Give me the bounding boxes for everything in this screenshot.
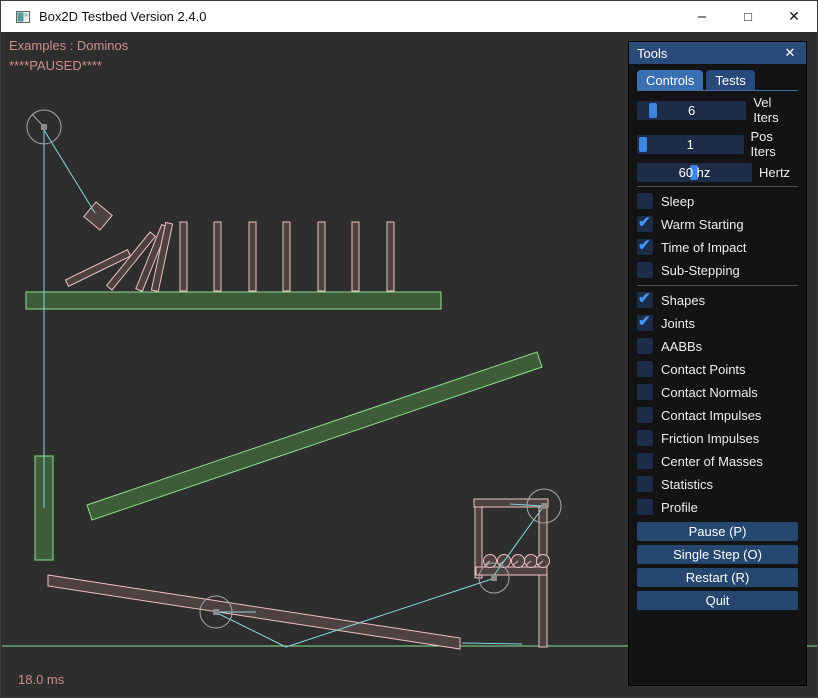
hertz-label: Hertz <box>759 165 790 180</box>
tab-tests[interactable]: Tests <box>706 70 754 90</box>
warm-starting-checkbox[interactable]: ✔ <box>637 216 653 232</box>
joints-checkbox[interactable]: ✔ <box>637 315 653 331</box>
dynamic-bodies <box>48 202 550 649</box>
checkbox-sleep[interactable]: ✔ Sleep <box>637 193 798 209</box>
separator <box>637 186 798 187</box>
ramp-plank <box>87 352 542 520</box>
checkbox-contact-normals[interactable]: ✔ Contact Normals <box>637 384 798 400</box>
checkbox-joints[interactable]: ✔ Joints <box>637 315 798 331</box>
quit-button[interactable]: Quit <box>637 591 798 610</box>
checkbox-shapes[interactable]: ✔ Shapes <box>637 292 798 308</box>
sim-option-checkboxes: ✔ Sleep ✔ Warm Starting ✔ Time of Impact… <box>637 193 798 278</box>
single-step-button[interactable]: Single Step (O) <box>637 545 798 564</box>
static-bodies <box>26 292 542 560</box>
tools-panel-titlebar[interactable]: Tools ✕ <box>629 42 806 64</box>
center-of-masses-checkbox[interactable]: ✔ <box>637 453 653 469</box>
profile-checkbox[interactable]: ✔ <box>637 499 653 515</box>
tools-panel: Tools ✕ Controls Tests 6 Vel Iters <box>628 41 807 686</box>
separator <box>637 285 798 286</box>
restart-button[interactable]: Restart (R) <box>637 568 798 587</box>
vel-iters-value: 6 <box>637 101 746 120</box>
statistics-checkbox[interactable]: ✔ <box>637 476 653 492</box>
maximize-button[interactable]: □ <box>725 1 771 32</box>
cradle-balls <box>484 555 550 568</box>
window-title: Box2D Testbed Version 2.4.0 <box>39 9 679 24</box>
fallen-dominos <box>65 223 172 292</box>
paused-label: ****PAUSED**** <box>9 58 102 73</box>
joint-anchors <box>41 124 547 615</box>
sub-stepping-checkbox[interactable]: ✔ <box>637 262 653 278</box>
pos-iters-value: 1 <box>637 135 744 154</box>
titlebar: Box2D Testbed Version 2.4.0 – □ ✕ <box>1 1 817 32</box>
sleep-checkbox[interactable]: ✔ <box>637 193 653 209</box>
minimize-button[interactable]: – <box>679 1 725 32</box>
tools-close-icon[interactable]: ✕ <box>782 45 798 61</box>
hertz-value: 60 hz <box>637 163 752 182</box>
check-icon: ✔ <box>638 236 651 254</box>
checkbox-sub-stepping[interactable]: ✔ Sub-Stepping <box>637 262 798 278</box>
pendulum-block <box>84 202 112 230</box>
example-label: Examples : Dominos <box>9 38 128 53</box>
platform-shelf <box>26 292 441 309</box>
window-icon <box>16 10 30 24</box>
aabbs-checkbox[interactable]: ✔ <box>637 338 653 354</box>
friction-impulses-checkbox[interactable]: ✔ <box>637 430 653 446</box>
check-icon: ✔ <box>638 289 651 307</box>
checkbox-contact-impulses[interactable]: ✔ Contact Impulses <box>637 407 798 423</box>
pos-iters-slider[interactable]: 1 <box>637 135 744 154</box>
checkbox-contact-points[interactable]: ✔ Contact Points <box>637 361 798 377</box>
contact-points-checkbox[interactable]: ✔ <box>637 361 653 377</box>
contact-impulses-checkbox[interactable]: ✔ <box>637 407 653 423</box>
draw-option-checkboxes: ✔ Shapes ✔ Joints ✔ AABBs ✔ Contact Poin… <box>637 292 798 515</box>
vel-iters-label: Vel Iters <box>753 95 798 125</box>
standing-dominos <box>180 222 394 291</box>
tab-controls[interactable]: Controls <box>637 70 703 90</box>
hertz-slider[interactable]: 60 hz <box>637 163 752 182</box>
frame-time-label: 18.0 ms <box>18 672 64 687</box>
checkbox-friction-impulses[interactable]: ✔ Friction Impulses <box>637 430 798 446</box>
checkbox-statistics[interactable]: ✔ Statistics <box>637 476 798 492</box>
sliders: 6 Vel Iters 1 Pos Iters 60 hz <box>637 95 798 182</box>
tab-bar: Controls Tests <box>637 70 798 91</box>
shapes-checkbox[interactable]: ✔ <box>637 292 653 308</box>
pause-button[interactable]: Pause (P) <box>637 522 798 541</box>
checkbox-profile[interactable]: ✔ Profile <box>637 499 798 515</box>
check-icon: ✔ <box>638 312 651 330</box>
time-of-impact-checkbox[interactable]: ✔ <box>637 239 653 255</box>
checkbox-center-of-masses[interactable]: ✔ Center of Masses <box>637 453 798 469</box>
pos-iters-label: Pos Iters <box>751 129 799 159</box>
checkbox-warm-starting[interactable]: ✔ Warm Starting <box>637 216 798 232</box>
check-icon: ✔ <box>638 213 651 231</box>
app-window: Box2D Testbed Version 2.4.0 – □ ✕ Exampl… <box>0 0 818 698</box>
contact-normals-checkbox[interactable]: ✔ <box>637 384 653 400</box>
checkbox-aabbs[interactable]: ✔ AABBs <box>637 338 798 354</box>
checkbox-time-of-impact[interactable]: ✔ Time of Impact <box>637 239 798 255</box>
action-buttons: Pause (P) Single Step (O) Restart (R) Qu… <box>637 522 798 610</box>
tools-panel-title: Tools <box>637 46 782 61</box>
vel-iters-slider[interactable]: 6 <box>637 101 746 120</box>
close-button[interactable]: ✕ <box>771 1 817 32</box>
